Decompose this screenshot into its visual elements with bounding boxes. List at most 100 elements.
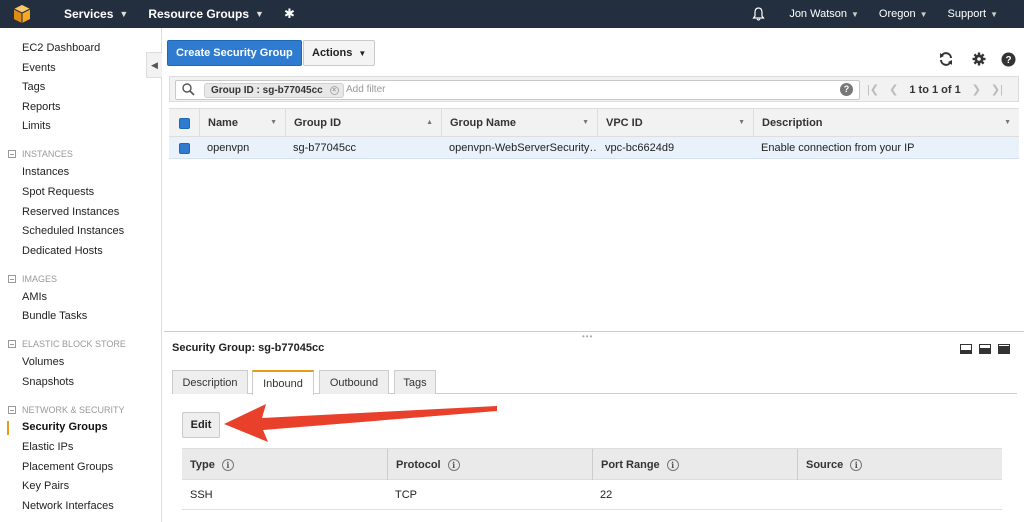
column-port-range: Port Range i (592, 449, 797, 480)
chevron-down-icon: ▼ (119, 9, 129, 19)
sort-icon: ▼ (738, 119, 745, 126)
gear-icon[interactable] (970, 50, 988, 68)
prev-page-icon[interactable]: ❮ (889, 83, 898, 96)
section-instances[interactable]: INSTANCES (8, 149, 73, 159)
tab-tags[interactable]: Tags (394, 370, 436, 394)
chevron-left-icon: ◀ (151, 59, 158, 70)
sidebar-item-instances[interactable]: Instances (22, 166, 69, 178)
table-header: Name ▼ Group ID ▲ Group Name ▼ VPC ID ▼ Desc… (169, 108, 1019, 137)
sidebar-item-amis[interactable]: AMIs (22, 291, 47, 303)
resize-handle-icon[interactable]: ••• (582, 332, 593, 341)
aws-cube-icon[interactable] (0, 0, 44, 28)
column-source: Source i (797, 449, 1002, 480)
tab-outbound[interactable]: Outbound (319, 370, 389, 394)
collapse-icon (8, 275, 16, 283)
collapse-icon (8, 150, 16, 158)
help-icon[interactable]: ? (999, 50, 1017, 68)
services-menu[interactable]: Services ▼ (54, 0, 138, 28)
sidebar-item-reports[interactable]: Reports (22, 101, 61, 113)
sidebar-item-limits[interactable]: Limits (22, 120, 51, 132)
sidebar-item-ec2-dashboard[interactable]: EC2 Dashboard (22, 42, 100, 54)
cell-description: Enable connection from your IP (761, 142, 915, 154)
column-group-id[interactable]: Group ID ▲ (285, 109, 441, 137)
checkbox-icon (178, 117, 190, 129)
column-protocol: Protocol i (387, 449, 592, 480)
cell-port-range: 22 (600, 489, 613, 501)
sidebar-item-snapshots[interactable]: Snapshots (22, 376, 74, 388)
sort-icon: ▼ (1004, 119, 1011, 126)
sidebar-item-network-interfaces[interactable]: Network Interfaces (22, 500, 114, 512)
first-page-icon[interactable]: |❮ (867, 83, 879, 96)
last-page-icon[interactable]: ❯| (991, 83, 1003, 96)
info-icon[interactable]: i (666, 458, 679, 471)
info-icon[interactable]: i (447, 458, 460, 471)
sidebar-item-bundle-tasks[interactable]: Bundle Tasks (22, 310, 87, 322)
sidebar-item-volumes[interactable]: Volumes (22, 356, 64, 368)
edit-button[interactable]: Edit (182, 412, 220, 438)
row-checkbox[interactable] (169, 137, 199, 159)
table-row[interactable]: openvpn sg-b77045cc openvpn-WebServerSec… (169, 137, 1019, 159)
next-page-icon[interactable]: ❯ (972, 83, 981, 96)
collapse-icon (8, 340, 16, 348)
add-filter-placeholder[interactable]: Add filter (346, 84, 385, 95)
user-menu[interactable]: Jon Watson ▼ (779, 8, 869, 20)
search-input[interactable]: Group ID : sg-b77045cc × Add filter ? (175, 80, 860, 100)
sort-icon: ▼ (582, 119, 589, 126)
sidebar-item-dedicated-hosts[interactable]: Dedicated Hosts (22, 245, 103, 257)
refresh-icon[interactable] (937, 50, 955, 68)
column-name[interactable]: Name ▼ (199, 109, 285, 137)
sidebar-item-scheduled-instances[interactable]: Scheduled Instances (22, 225, 124, 237)
create-security-group-button[interactable]: Create Security Group (167, 40, 302, 66)
cell-vpc-id: vpc-bc6624d9 (605, 142, 675, 154)
main-panel: Create Security Group Actions ▼ ? Group I… (164, 28, 1024, 522)
sidebar-item-reserved-instances[interactable]: Reserved Instances (22, 206, 119, 218)
section-images[interactable]: IMAGES (8, 274, 57, 284)
remove-filter-icon[interactable]: × (329, 86, 339, 95)
section-network-security[interactable]: NETWORK & SECURITY (8, 405, 125, 415)
pane-bottom-icon[interactable] (960, 344, 972, 354)
detail-tabs: Description Inbound Outbound Tags (172, 370, 1017, 395)
filter-help-icon[interactable]: ? (840, 83, 853, 96)
support-menu[interactable]: Support ▼ (938, 8, 1024, 20)
pane-full-icon[interactable] (998, 344, 1010, 354)
chevron-down-icon: ▼ (358, 48, 367, 58)
info-icon[interactable]: i (850, 458, 863, 471)
inbound-rules-table: Type i Protocol i Port Range i Source i SSH … (182, 448, 1002, 510)
chevron-down-icon: ▼ (919, 9, 928, 19)
filter-bar: Group ID : sg-b77045cc × Add filter ? |❮… (169, 76, 1019, 102)
collapse-sidebar-button[interactable]: ◀ (146, 52, 162, 78)
sidebar: EC2 Dashboard Events Tags Reports Limits… (0, 28, 162, 522)
collapse-icon (8, 406, 16, 414)
column-description[interactable]: Description ▼ (753, 109, 1019, 137)
actions-button[interactable]: Actions ▼ (303, 40, 376, 66)
column-vpc-id[interactable]: VPC ID ▼ (597, 109, 753, 137)
sidebar-item-tags[interactable]: Tags (22, 81, 45, 93)
pin-icon[interactable]: ✱ (274, 0, 305, 28)
sidebar-item-spot-requests[interactable]: Spot Requests (22, 186, 94, 198)
checkbox-icon (178, 142, 190, 154)
sidebar-item-elastic-ips[interactable]: Elastic IPs (22, 441, 73, 453)
bell-icon[interactable] (742, 7, 779, 21)
top-navbar: Services ▼ Resource Groups ▼ ✱ Jon Watson ▼… (0, 0, 1024, 28)
pane-divider[interactable] (164, 331, 1024, 332)
sidebar-item-key-pairs[interactable]: Key Pairs (22, 480, 69, 492)
sidebar-item-placement-groups[interactable]: Placement Groups (22, 461, 113, 473)
region-menu[interactable]: Oregon ▼ (869, 8, 938, 20)
cell-protocol: TCP (395, 489, 417, 501)
info-icon[interactable]: i (221, 458, 234, 471)
filter-chip[interactable]: Group ID : sg-b77045cc × (204, 83, 344, 98)
select-all-checkbox[interactable] (169, 109, 199, 137)
column-group-name[interactable]: Group Name ▼ (441, 109, 597, 137)
pagination: |❮ ❮ 1 to 1 of 1 ❯ ❯| (862, 83, 1008, 97)
tab-inbound[interactable]: Inbound (252, 370, 314, 395)
cell-source (797, 480, 1002, 510)
sort-icon: ▼ (270, 119, 277, 126)
section-ebs[interactable]: ELASTIC BLOCK STORE (8, 339, 126, 349)
sidebar-item-security-groups[interactable]: Security Groups (22, 421, 108, 433)
resource-groups-menu[interactable]: Resource Groups ▼ (138, 0, 274, 28)
sidebar-item-events[interactable]: Events (22, 62, 56, 74)
tab-description[interactable]: Description (172, 370, 248, 394)
chevron-down-icon: ▼ (255, 9, 264, 19)
cell-type: SSH (190, 489, 213, 501)
pane-half-icon[interactable] (979, 344, 991, 354)
